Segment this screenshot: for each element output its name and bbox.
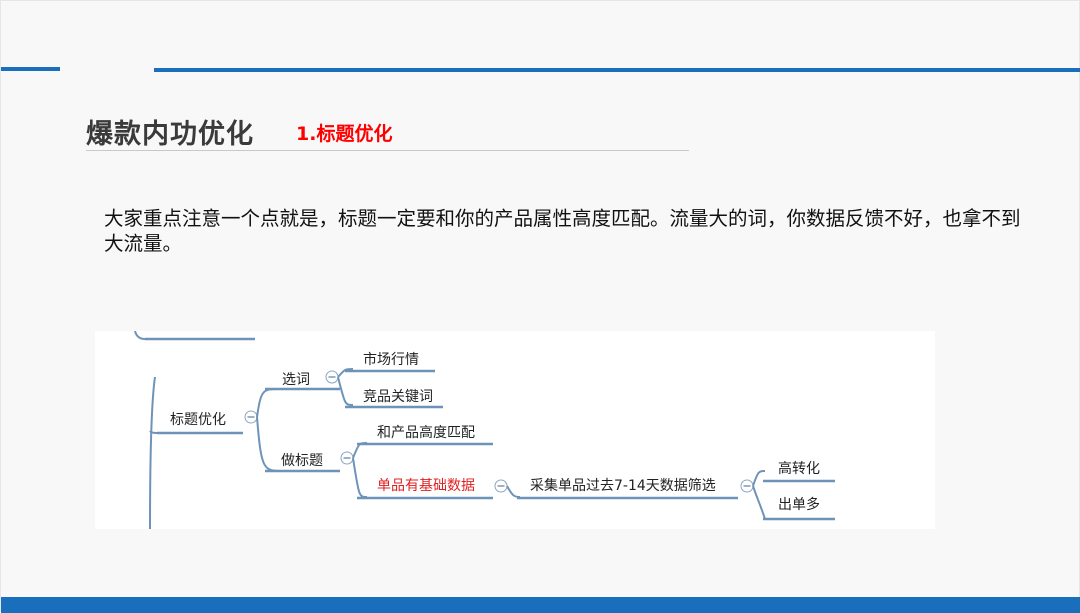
header-accent-bar-right bbox=[154, 68, 1080, 72]
collapse-icon[interactable] bbox=[340, 451, 354, 465]
slide: 爆款内功优化 1.标题优化 大家重点注意一个点就是，标题一定要和你的产品属性高度… bbox=[0, 0, 1080, 613]
mindmap-edge-root-make bbox=[256, 416, 281, 472]
mindmap-edge-collect-high bbox=[752, 470, 766, 487]
mindmap-edge-collect-orders bbox=[752, 485, 766, 520]
mindmap-root-connector bbox=[149, 430, 158, 434]
body-paragraph: 大家重点注意一个点就是，标题一定要和你的产品属性高度匹配。流量大的词，你数据反馈… bbox=[104, 207, 1021, 255]
mindmap-node-match: 和产品高度匹配 bbox=[377, 424, 475, 441]
mindmap-node-competitor: 竞品关键词 bbox=[363, 388, 433, 405]
mindmap-image: 标题优化 选词 市场行情 竞品关键词 做标题 和产品高度匹配 单品有基础数据 采… bbox=[95, 331, 935, 529]
mindmap-node-collect: 采集单品过去7-14天数据筛选 bbox=[530, 477, 716, 494]
title-divider bbox=[86, 150, 689, 151]
mindmap-edge-make-single bbox=[352, 457, 368, 498]
collapse-icon[interactable] bbox=[325, 370, 339, 384]
mindmap-trunk bbox=[149, 376, 156, 529]
footer-accent-bar bbox=[1, 597, 1080, 613]
mindmap-clipped-branch bbox=[134, 331, 146, 340]
mindmap-edge-root-select bbox=[256, 388, 281, 418]
mindmap-edge-single-collect bbox=[506, 485, 521, 498]
mindmap-node-root: 标题优化 bbox=[170, 412, 226, 428]
header-accent-bar-left bbox=[1, 67, 60, 71]
collapse-icon[interactable] bbox=[740, 479, 754, 493]
mindmap-node-single: 单品有基础数据 bbox=[377, 477, 475, 494]
collapse-icon[interactable] bbox=[494, 479, 508, 493]
mindmap-node-market: 市场行情 bbox=[363, 351, 419, 368]
mindmap-edge-select-competitor bbox=[337, 376, 354, 406]
mindmap-node-make: 做标题 bbox=[281, 453, 323, 469]
mindmap-node-high: 高转化 bbox=[778, 460, 820, 477]
collapse-icon[interactable] bbox=[244, 410, 258, 424]
mindmap-node-orders: 出单多 bbox=[778, 496, 820, 513]
mindmap-diagram: 标题优化 选词 市场行情 竞品关键词 做标题 和产品高度匹配 单品有基础数据 采… bbox=[134, 331, 835, 529]
slide-subtitle: 1.标题优化 bbox=[296, 123, 393, 145]
slide-title: 爆款内功优化 bbox=[86, 119, 254, 150]
mindmap-node-select: 选词 bbox=[282, 372, 310, 388]
